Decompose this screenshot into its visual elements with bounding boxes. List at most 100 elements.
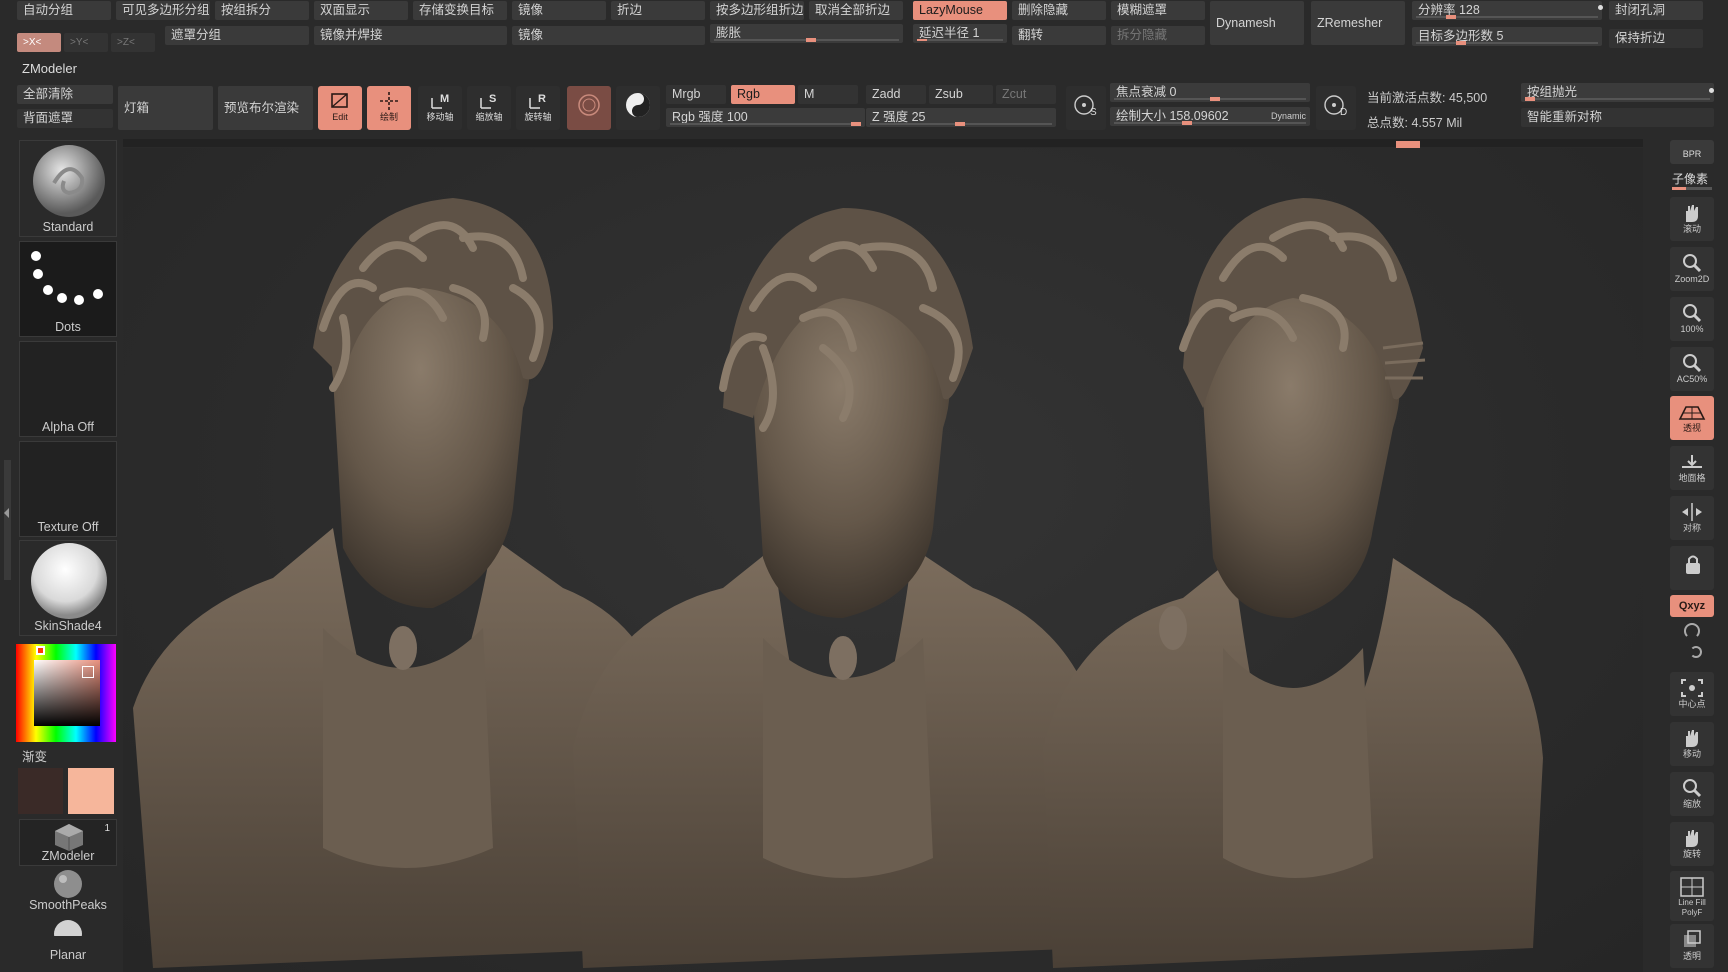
sculptris-button[interactable] bbox=[567, 86, 611, 130]
actual-size-button[interactable]: 100% bbox=[1670, 297, 1714, 341]
axis-y-toggle[interactable]: >Y< bbox=[64, 33, 108, 52]
polish-by-group-slider[interactable]: 按组抛光 bbox=[1521, 83, 1714, 102]
floor-grid-button[interactable]: 地面格 bbox=[1670, 446, 1714, 490]
split-hidden-button[interactable]: 拆分隐藏 bbox=[1111, 26, 1205, 45]
hue-marker[interactable] bbox=[36, 646, 45, 655]
shade-marker[interactable] bbox=[82, 666, 94, 678]
left-scroll-handle[interactable] bbox=[4, 460, 11, 580]
subpixel-label[interactable]: 子像素 bbox=[1672, 170, 1708, 187]
dynamesh-button[interactable]: Dynamesh bbox=[1210, 1, 1304, 45]
zmodeler-tool-slot[interactable]: 1 ZModeler bbox=[19, 819, 117, 866]
smart-resym-button[interactable]: 智能重新对称 bbox=[1521, 108, 1714, 127]
homepage-button[interactable] bbox=[616, 86, 660, 130]
mask-groups-button[interactable]: 遮罩分组 bbox=[165, 26, 309, 45]
zadd-button[interactable]: Zadd bbox=[866, 85, 926, 104]
sculptris-icon bbox=[578, 94, 600, 116]
mirror-weld-button[interactable]: 镜像并焊接 bbox=[314, 26, 507, 45]
groups-by-visible-button[interactable]: 可见多边形分组 bbox=[116, 1, 210, 20]
z-intensity-slider[interactable]: Z 强度 25 bbox=[866, 108, 1056, 127]
mirror-button[interactable]: 镜像 bbox=[512, 1, 606, 20]
m-button[interactable]: M bbox=[798, 85, 858, 104]
zremesher-button[interactable]: ZRemesher bbox=[1311, 1, 1405, 45]
blur-mask-button[interactable]: 模糊遮罩 bbox=[1111, 1, 1205, 20]
crease-button[interactable]: 折边 bbox=[611, 1, 705, 20]
auto-groups-button[interactable]: 自动分组 bbox=[17, 1, 111, 20]
edit-mode-button[interactable]: Edit bbox=[318, 86, 362, 130]
rotate-gizmo-button[interactable]: R 旋转轴 bbox=[516, 86, 560, 130]
bpr-button[interactable]: BPR bbox=[1670, 140, 1714, 164]
material-slot[interactable]: SkinShade4 bbox=[19, 540, 117, 636]
planar-brush[interactable]: Planar bbox=[19, 918, 117, 966]
rotate-z-icon[interactable] bbox=[1690, 646, 1702, 658]
zoom2d-button[interactable]: Zoom2D bbox=[1670, 247, 1714, 291]
flip-button[interactable]: 翻转 bbox=[1012, 26, 1106, 45]
uncrease-all-button[interactable]: 取消全部折边 bbox=[809, 1, 903, 20]
move-label: 移动 bbox=[1682, 749, 1701, 759]
move-button[interactable]: 移动 bbox=[1670, 722, 1714, 766]
scale-gizmo-button[interactable]: S 缩放轴 bbox=[467, 86, 511, 130]
back-mask-button[interactable]: 背面遮罩 bbox=[17, 109, 113, 128]
scroll-button[interactable]: 滚动 bbox=[1670, 197, 1714, 241]
scale-button[interactable]: 缩放 bbox=[1670, 772, 1714, 816]
brush-slot[interactable]: Standard bbox=[19, 140, 117, 237]
rgb-intensity-slider[interactable]: Rgb 强度 100 bbox=[666, 108, 865, 127]
axis-z-toggle[interactable]: >Z< bbox=[111, 33, 155, 52]
target-poly-slider[interactable]: 目标多边形数 5 bbox=[1412, 27, 1602, 46]
zsub-button[interactable]: Zsub bbox=[929, 85, 993, 104]
perspective-button[interactable]: 透视 bbox=[1670, 396, 1714, 440]
viewport-canvas[interactable] bbox=[123, 148, 1643, 972]
lock-icon bbox=[1686, 555, 1700, 574]
lazymouse-button[interactable]: LazyMouse bbox=[913, 1, 1007, 20]
mirror-button-2[interactable]: 镜像 bbox=[512, 26, 705, 45]
color-picker[interactable] bbox=[16, 644, 116, 742]
focal-target-icon: S bbox=[1074, 95, 1097, 118]
clear-all-button[interactable]: 全部清除 bbox=[17, 85, 113, 104]
double-sided-button[interactable]: 双面显示 bbox=[314, 1, 408, 20]
lazy-radius-slider[interactable]: 延迟半径 1 bbox=[913, 24, 1007, 43]
draw-size-slider[interactable]: 绘制大小 158.09602 Dynamic bbox=[1110, 107, 1310, 126]
focal-s-button[interactable]: S bbox=[1066, 86, 1106, 130]
gradient-label[interactable]: 渐变 bbox=[22, 746, 47, 765]
smoothpeaks-brush[interactable]: SmoothPeaks bbox=[19, 868, 117, 916]
symmetry-button[interactable]: 对称 bbox=[1670, 496, 1714, 540]
transparency-button[interactable]: 透明 bbox=[1670, 924, 1714, 968]
stroke-slot[interactable]: Dots bbox=[19, 241, 117, 337]
rotate-y-icon[interactable] bbox=[1684, 623, 1700, 639]
keep-crease-button[interactable]: 保持折边 bbox=[1609, 29, 1703, 48]
half-size-icon bbox=[1683, 354, 1702, 373]
zcut-button[interactable]: Zcut bbox=[996, 85, 1056, 104]
lightbox-button[interactable]: 灯箱 bbox=[118, 86, 213, 130]
frame-button[interactable]: 中心点 bbox=[1670, 672, 1714, 716]
focal-shift-slider[interactable]: 焦点衰减 0 bbox=[1110, 83, 1310, 102]
rotate-button[interactable]: 旋转 bbox=[1670, 822, 1714, 866]
scale-axis-icon: S bbox=[480, 93, 496, 109]
subpixel-slider[interactable] bbox=[1672, 187, 1712, 190]
timeline-marker[interactable] bbox=[1396, 141, 1420, 148]
zmodeler-tool-label: ZModeler bbox=[41, 849, 95, 863]
resolution-slider[interactable]: 分辨率 128 bbox=[1412, 1, 1602, 20]
delete-hidden-button[interactable]: 删除隐藏 bbox=[1012, 1, 1106, 20]
total-points-readout: 总点数: 4.557 Mil bbox=[1367, 116, 1463, 130]
alpha-slot[interactable]: Alpha Off bbox=[19, 341, 117, 437]
local-lock-button[interactable] bbox=[1670, 546, 1714, 590]
store-morph-target-button[interactable]: 存储变换目标 bbox=[413, 1, 507, 20]
mrgb-button[interactable]: Mrgb bbox=[666, 85, 726, 104]
crease-pg-button[interactable]: 按多边形组折边 bbox=[710, 1, 804, 20]
close-holes-button[interactable]: 封闭孔洞 bbox=[1609, 1, 1703, 20]
move-gizmo-button[interactable]: M 移动轴 bbox=[418, 86, 462, 130]
secondary-color-swatch[interactable] bbox=[18, 768, 63, 814]
left-collapse-arrow[interactable] bbox=[4, 508, 9, 518]
texture-slot[interactable]: Texture Off bbox=[19, 441, 117, 537]
xyz-rotate-button[interactable]: Qxyz bbox=[1670, 595, 1714, 617]
half-size-button[interactable]: AC50% bbox=[1670, 347, 1714, 391]
axis-x-toggle[interactable]: >X< bbox=[17, 33, 61, 52]
focal-d-button[interactable]: D bbox=[1316, 86, 1356, 130]
bpr-preview-button[interactable]: 预览布尔渲染 bbox=[218, 86, 313, 130]
inflate-label: 膨胀 bbox=[716, 26, 742, 40]
main-color-swatch[interactable] bbox=[68, 768, 114, 814]
polyframe-button[interactable]: Line Fill PolyF bbox=[1670, 871, 1714, 921]
inflate-slider[interactable]: 膨胀 bbox=[710, 24, 903, 43]
rgb-button[interactable]: Rgb bbox=[731, 85, 795, 104]
draw-mode-button[interactable]: 绘制 bbox=[367, 86, 411, 130]
group-split-button[interactable]: 按组拆分 bbox=[215, 1, 309, 20]
